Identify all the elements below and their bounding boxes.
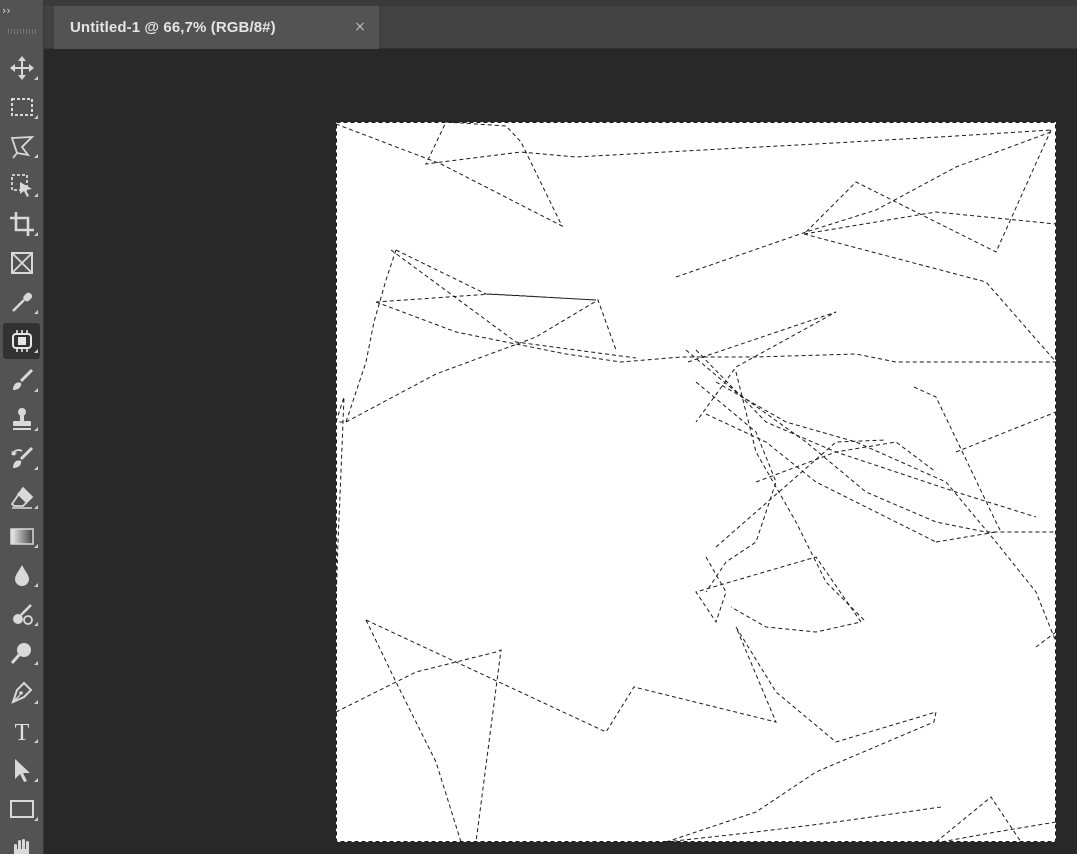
- tool-group-indicator: [34, 154, 38, 158]
- tool-group-indicator: [34, 349, 38, 353]
- rectangle-icon: [9, 800, 34, 818]
- tool-group-indicator: [34, 193, 38, 197]
- tools-panel: ›› T: [0, 0, 44, 854]
- marquee-icon: [10, 98, 33, 116]
- pen-icon: [10, 681, 32, 704]
- gradient-icon: [9, 528, 34, 545]
- svg-text:T: T: [14, 720, 29, 746]
- panel-grip[interactable]: [8, 29, 36, 34]
- tool-group-indicator: [34, 661, 38, 665]
- polygonal-lasso-tool[interactable]: [3, 128, 40, 164]
- tool-group-indicator: [34, 466, 38, 470]
- object-selection-tool[interactable]: [3, 167, 40, 203]
- clone-stamp-tool[interactable]: [3, 401, 40, 437]
- magnifier-icon: [10, 643, 31, 664]
- brush-icon: [12, 368, 33, 390]
- tool-group-indicator: [34, 505, 38, 509]
- zoom-tool[interactable]: [3, 635, 40, 671]
- path-selection-tool[interactable]: [3, 752, 40, 788]
- frame-icon: [10, 252, 33, 274]
- eyedropper-tool[interactable]: [3, 284, 40, 320]
- dodge-tool[interactable]: [3, 596, 40, 632]
- tool-group-indicator: [34, 310, 38, 314]
- gradient-tool[interactable]: [3, 518, 40, 554]
- eyedropper-icon: [11, 292, 32, 312]
- tool-group-indicator: [34, 232, 38, 236]
- document-tab-bar: Untitled-1 @ 66,7% (RGB/8#) ×: [44, 6, 1077, 49]
- tool-group-indicator: [34, 76, 38, 80]
- tool-group-indicator: [34, 778, 38, 782]
- tool-group-indicator: [34, 583, 38, 587]
- arrow-pointer-icon: [14, 759, 30, 782]
- tool-group-indicator: [34, 622, 38, 626]
- document-canvas[interactable]: [336, 122, 1056, 842]
- selection-marquee: [336, 122, 1056, 842]
- dodge-icon: [12, 604, 33, 625]
- history-brush-tool[interactable]: [3, 440, 40, 476]
- tool-group-indicator: [34, 388, 38, 392]
- frame-tool[interactable]: [3, 245, 40, 281]
- eraser-tool[interactable]: [3, 479, 40, 515]
- photoshop-window: ›› T Untitled-1 @ 66,7% (RGB/8#) ×: [0, 0, 1077, 854]
- hand-tool[interactable]: [3, 830, 40, 854]
- crop-tool[interactable]: [3, 206, 40, 242]
- rectangle-tool[interactable]: [3, 791, 40, 827]
- tool-group-indicator: [34, 115, 38, 119]
- type-icon: T: [14, 720, 29, 746]
- hand-icon: [13, 839, 29, 854]
- blur-tool[interactable]: [3, 557, 40, 593]
- brush-tool[interactable]: [3, 362, 40, 398]
- history-brush-icon: [10, 446, 33, 468]
- move-icon: [9, 56, 34, 80]
- tool-group-indicator: [34, 427, 38, 431]
- move-tool[interactable]: [3, 50, 40, 86]
- document-tab-title: Untitled-1 @ 66,7% (RGB/8#): [70, 19, 276, 36]
- tool-group-indicator: [34, 700, 38, 704]
- tool-group-indicator: [34, 544, 38, 548]
- lasso-icon: [10, 135, 34, 159]
- object-selection-icon: [10, 174, 32, 197]
- rectangular-marquee-tool[interactable]: [3, 89, 40, 125]
- tool-group-indicator: [34, 817, 38, 821]
- eraser-icon: [10, 486, 33, 509]
- tool-group-indicator: [34, 739, 38, 743]
- crop-icon: [9, 212, 34, 236]
- collapse-panel-icon[interactable]: ››: [2, 4, 18, 18]
- document-tab[interactable]: Untitled-1 @ 66,7% (RGB/8#) ×: [54, 6, 379, 49]
- type-tool[interactable]: T: [3, 713, 40, 749]
- healing-brush-tool[interactable]: [3, 323, 40, 359]
- close-icon[interactable]: ×: [353, 19, 367, 35]
- bandage-icon: [11, 330, 32, 352]
- pen-tool[interactable]: [3, 674, 40, 710]
- stamp-icon: [12, 408, 31, 430]
- drop-icon: [14, 565, 29, 586]
